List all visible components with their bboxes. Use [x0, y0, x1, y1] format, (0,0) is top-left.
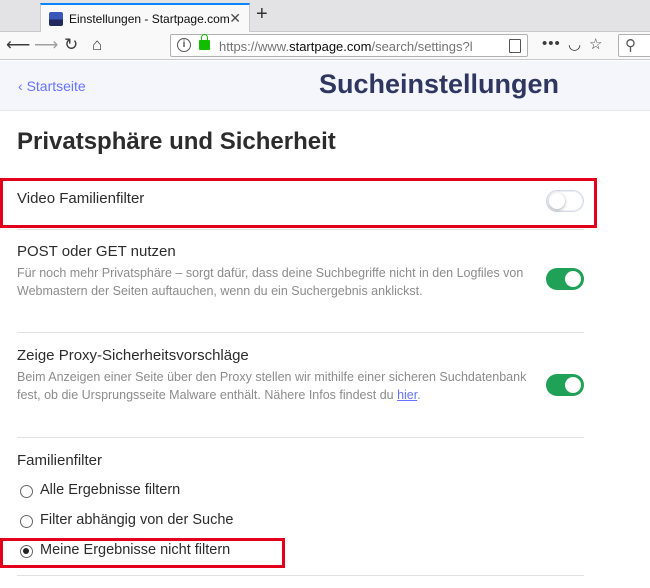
- section-title: Privatsphäre und Sicherheit: [17, 128, 336, 155]
- lock-icon[interactable]: [199, 34, 210, 50]
- radio-label[interactable]: Filter abhängig von der Suche: [40, 512, 233, 528]
- toggle-knob: [565, 271, 581, 287]
- close-tab-icon[interactable]: ✕: [229, 10, 241, 27]
- more-actions-icon[interactable]: •••: [542, 35, 561, 52]
- search-icon: ⚲: [625, 37, 636, 54]
- reader-view-icon[interactable]: [509, 39, 521, 53]
- new-tab-button[interactable]: +: [256, 3, 268, 26]
- url-text[interactable]: https://www.startpage.com/search/setting…: [219, 39, 473, 54]
- divider: [17, 332, 584, 333]
- highlight-box-no-filter: [0, 538, 285, 568]
- pocket-icon[interactable]: ◡: [568, 35, 581, 53]
- browser-search-box[interactable]: ⚲: [618, 34, 650, 57]
- radio-button[interactable]: [20, 485, 33, 498]
- page-header: ‹ Startseite Sucheinstellungen: [0, 61, 650, 111]
- proxy-suggestions-description: Beim Anzeigen einer Seite über den Proxy…: [17, 370, 527, 402]
- back-arrow-icon[interactable]: ⟵: [6, 36, 30, 54]
- page-title: Sucheinstellungen: [319, 69, 560, 99]
- home-icon[interactable]: ⌂: [92, 36, 102, 54]
- post-get-description: Für noch mehr Privatsphäre – sorgt dafür…: [17, 266, 524, 298]
- post-get-title: POST oder GET nutzen: [17, 243, 176, 260]
- tab-title: Einstellungen - Startpage.com: [69, 12, 230, 26]
- forward-arrow-icon[interactable]: ⟶: [34, 36, 58, 54]
- browser-tab[interactable]: Einstellungen - Startpage.com ✕: [40, 3, 250, 33]
- radio-label[interactable]: Alle Ergebnisse filtern: [40, 482, 180, 498]
- radio-button[interactable]: [20, 515, 33, 528]
- divider: [17, 437, 584, 438]
- startpage-favicon-icon: [49, 12, 63, 26]
- divider: [17, 575, 584, 576]
- highlight-box-video-filter: [0, 178, 597, 228]
- toggle-knob: [565, 377, 581, 393]
- proxy-suggestions-toggle[interactable]: [546, 374, 584, 396]
- more-info-link[interactable]: hier: [397, 388, 417, 402]
- post-get-toggle[interactable]: [546, 268, 584, 290]
- reload-icon[interactable]: ↻: [64, 36, 78, 54]
- browser-tab-bar: Einstellungen - Startpage.com ✕ +: [0, 0, 650, 33]
- browser-nav-bar: ⟵ ⟶ ↻ ⌂ i https://www.startpage.com/sear…: [0, 32, 650, 60]
- divider: [17, 229, 584, 230]
- url-bar[interactable]: i https://www.startpage.com/search/setti…: [170, 34, 528, 57]
- proxy-suggestions-title: Zeige Proxy-Sicherheitsvorschläge: [17, 347, 249, 364]
- family-filter-title: Familienfilter: [17, 452, 103, 469]
- info-icon[interactable]: i: [177, 38, 191, 52]
- bookmark-star-icon[interactable]: ☆: [589, 35, 602, 53]
- back-to-start-link[interactable]: ‹ Startseite: [18, 78, 86, 94]
